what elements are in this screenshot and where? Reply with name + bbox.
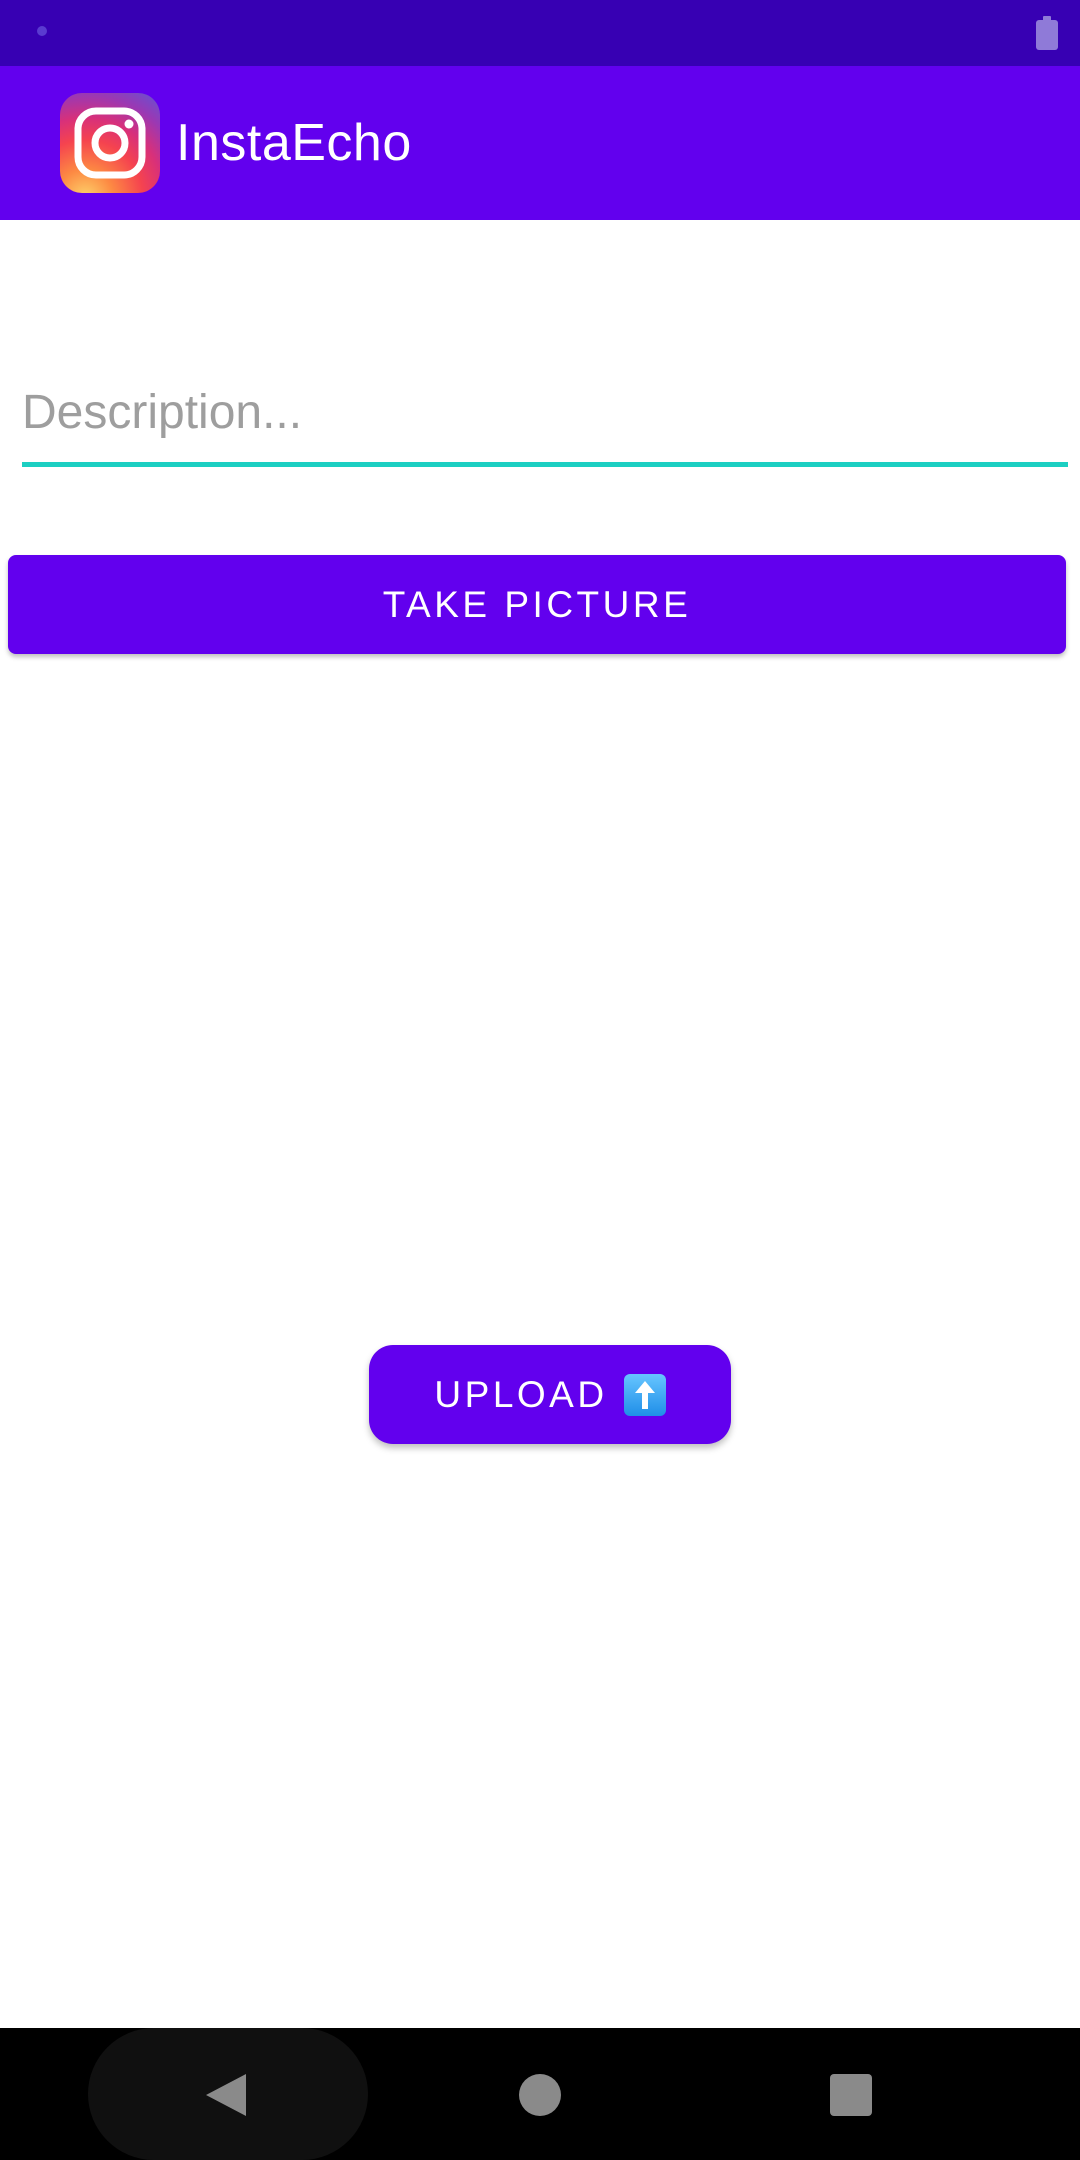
take-picture-label: TAKE PICTURE — [382, 583, 692, 625]
app-bar: InstaEcho — [0, 66, 1080, 220]
home-icon[interactable] — [519, 2074, 561, 2116]
description-input[interactable] — [22, 360, 1068, 464]
instagram-camera-icon — [60, 93, 160, 193]
screen: InstaEcho TAKE PICTURE UPLOAD — [0, 0, 1080, 2160]
description-field[interactable] — [22, 360, 1068, 470]
status-bar — [0, 0, 1080, 66]
description-underline — [22, 462, 1068, 467]
take-picture-button[interactable]: TAKE PICTURE — [8, 555, 1066, 654]
back-icon[interactable] — [204, 2072, 248, 2118]
recents-icon[interactable] — [830, 2074, 872, 2116]
app-title: InstaEcho — [176, 114, 412, 172]
upload-button[interactable]: UPLOAD — [369, 1345, 731, 1444]
up-arrow-emoji-icon — [623, 1373, 666, 1416]
notification-dot-icon — [37, 26, 47, 36]
navigation-bar — [0, 2028, 1080, 2160]
upload-label: UPLOAD — [434, 1373, 608, 1415]
battery-icon — [1036, 16, 1058, 50]
